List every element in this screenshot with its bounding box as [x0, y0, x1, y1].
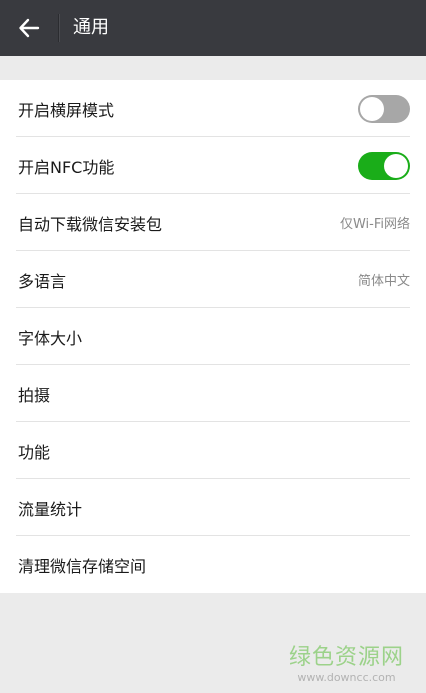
setting-label: 开启NFC功能 [18, 157, 115, 177]
setting-label: 开启横屏模式 [18, 100, 115, 120]
setting-label: 自动下载微信安装包 [18, 214, 163, 234]
setting-row-language[interactable]: 多语言 简体中文 [0, 251, 426, 308]
page-title: 通用 [73, 17, 109, 38]
site-watermark: 绿色资源网 www.downcc.com [289, 645, 404, 685]
watermark-url: www.downcc.com [297, 671, 396, 684]
toggle-knob [384, 153, 408, 178]
setting-value: 简体中文 [357, 274, 410, 289]
setting-label: 清理微信存储空间 [18, 556, 147, 576]
setting-value: 仅Wi-Fi网络 [339, 217, 410, 232]
setting-row-auto-download[interactable]: 自动下载微信安装包 仅Wi-Fi网络 [0, 194, 426, 251]
settings-list: 开启横屏模式 开启NFC功能 自动下载微信安装包 仅Wi-Fi网络 多语言 简体… [0, 80, 426, 593]
setting-row-landscape-mode[interactable]: 开启横屏模式 [0, 80, 426, 137]
setting-row-data-usage[interactable]: 流量统计 [0, 479, 426, 536]
setting-label: 功能 [18, 442, 51, 462]
toggle-knob [360, 96, 384, 121]
back-button[interactable] [8, 8, 50, 48]
setting-row-nfc[interactable]: 开启NFC功能 [0, 137, 426, 194]
setting-label: 多语言 [18, 271, 67, 291]
setting-row-features[interactable]: 功能 [0, 422, 426, 479]
setting-row-font-size[interactable]: 字体大小 [0, 308, 426, 365]
title-divider [58, 14, 60, 42]
watermark-text: 绿色资源网 [288, 645, 404, 670]
landscape-mode-toggle[interactable] [358, 94, 410, 123]
nfc-toggle[interactable] [358, 151, 410, 180]
setting-row-capture[interactable]: 拍摄 [0, 365, 426, 422]
setting-label: 拍摄 [18, 385, 51, 405]
setting-label: 字体大小 [18, 328, 83, 348]
setting-row-clear-storage[interactable]: 清理微信存储空间 [0, 536, 426, 593]
setting-label: 流量统计 [18, 499, 83, 519]
arrow-left-icon [19, 18, 40, 38]
title-bar: 通用 [0, 0, 426, 56]
